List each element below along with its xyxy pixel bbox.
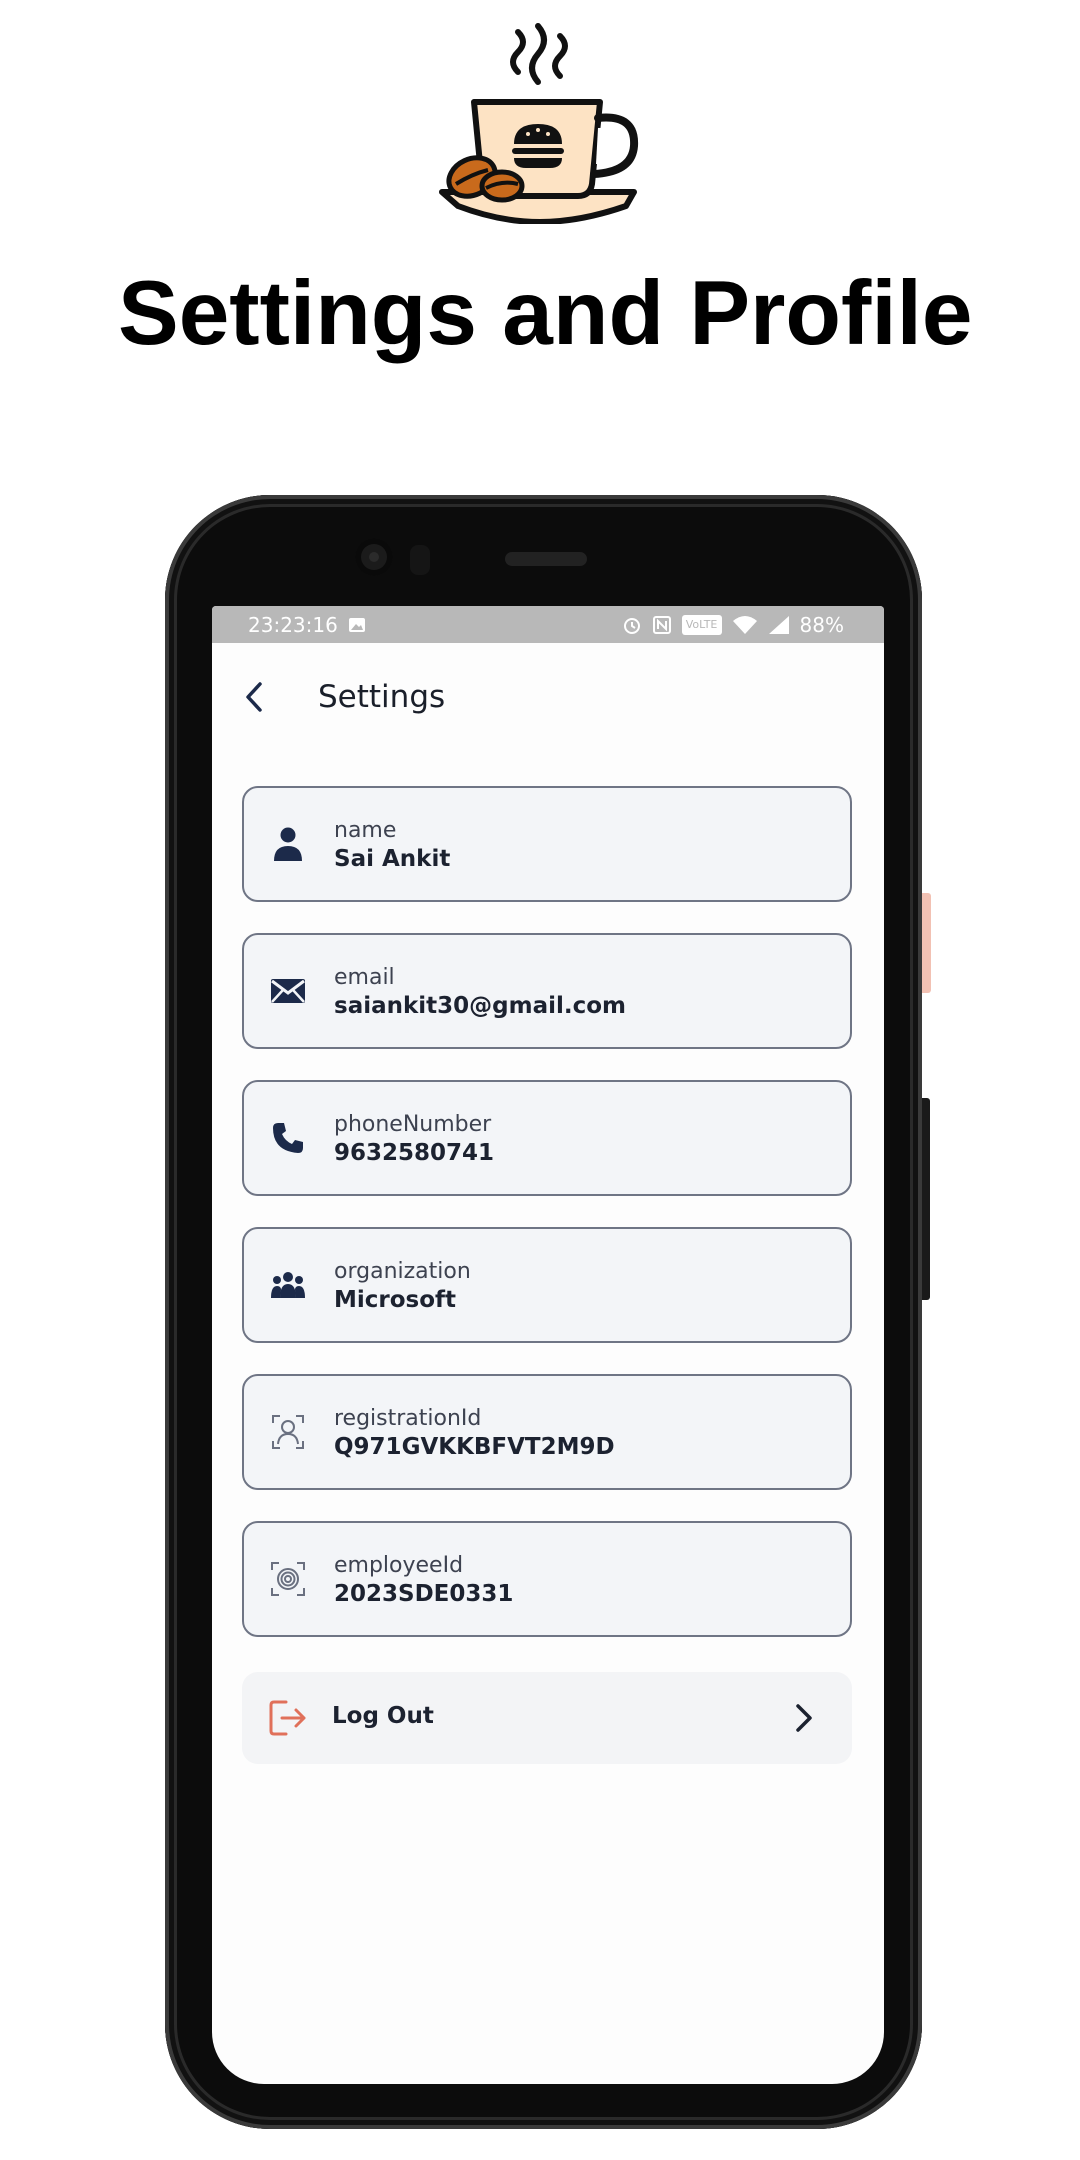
wifi-icon xyxy=(732,615,757,634)
field-card-name[interactable]: name Sai Ankit xyxy=(242,786,852,902)
battery-percent: 88% xyxy=(799,612,844,637)
face-id-icon xyxy=(268,1412,308,1452)
image-icon xyxy=(348,617,365,632)
field-label: organization xyxy=(334,1259,471,1284)
nfc-icon xyxy=(652,615,671,634)
volte-icon: VoLTE xyxy=(681,614,722,635)
logout-icon xyxy=(269,1700,306,1736)
app-bar: Settings xyxy=(212,643,884,753)
logout-label: Log Out xyxy=(332,1703,434,1729)
envelope-icon xyxy=(268,971,308,1011)
field-value: Q971GVKKBFVT2M9D xyxy=(334,1434,615,1460)
proximity-sensor xyxy=(410,545,430,575)
chevron-left-icon xyxy=(246,682,262,712)
page-headline: Settings and Profile xyxy=(118,263,973,364)
field-value: Sai Ankit xyxy=(334,846,451,872)
field-value: 2023SDE0331 xyxy=(334,1581,514,1607)
field-value: saiankit30@gmail.com xyxy=(334,993,627,1019)
phone-screen: 23:23:16 VoLTE 88% Settings name Sai Ank… xyxy=(212,606,884,2084)
front-camera xyxy=(355,538,393,576)
field-card-phone[interactable]: phoneNumber 9632580741 xyxy=(242,1080,852,1196)
field-label: name xyxy=(334,818,397,843)
field-card-employee-id[interactable]: employeeId 2023SDE0331 xyxy=(242,1521,852,1637)
field-value: 9632580741 xyxy=(334,1140,495,1166)
signal-icon xyxy=(768,615,789,634)
phone-power-button xyxy=(922,893,931,993)
logout-button[interactable]: Log Out xyxy=(242,1672,852,1764)
status-time: 23:23:16 xyxy=(248,612,338,637)
field-label: email xyxy=(334,965,395,990)
earpiece-speaker xyxy=(505,552,587,566)
person-icon xyxy=(268,824,308,864)
field-label: registrationId xyxy=(334,1406,482,1431)
field-label: employeeId xyxy=(334,1553,464,1578)
field-card-registration-id[interactable]: registrationId Q971GVKKBFVT2M9D xyxy=(242,1374,852,1490)
phone-volume-button xyxy=(922,1098,930,1300)
fingerprint-icon xyxy=(268,1559,308,1599)
coffee-cup-burger-icon xyxy=(439,23,639,224)
phone-icon xyxy=(268,1118,308,1158)
field-label: phoneNumber xyxy=(334,1112,492,1137)
back-button[interactable] xyxy=(234,677,274,717)
alarm-icon xyxy=(623,617,640,634)
status-bar: 23:23:16 VoLTE 88% xyxy=(212,606,884,643)
field-value: Microsoft xyxy=(334,1287,457,1313)
field-card-organization[interactable]: organization Microsoft xyxy=(242,1227,852,1343)
field-card-email[interactable]: email saiankit30@gmail.com xyxy=(242,933,852,1049)
group-icon xyxy=(268,1265,308,1305)
screen-title: Settings xyxy=(318,679,446,715)
chevron-right-icon xyxy=(796,1704,812,1732)
